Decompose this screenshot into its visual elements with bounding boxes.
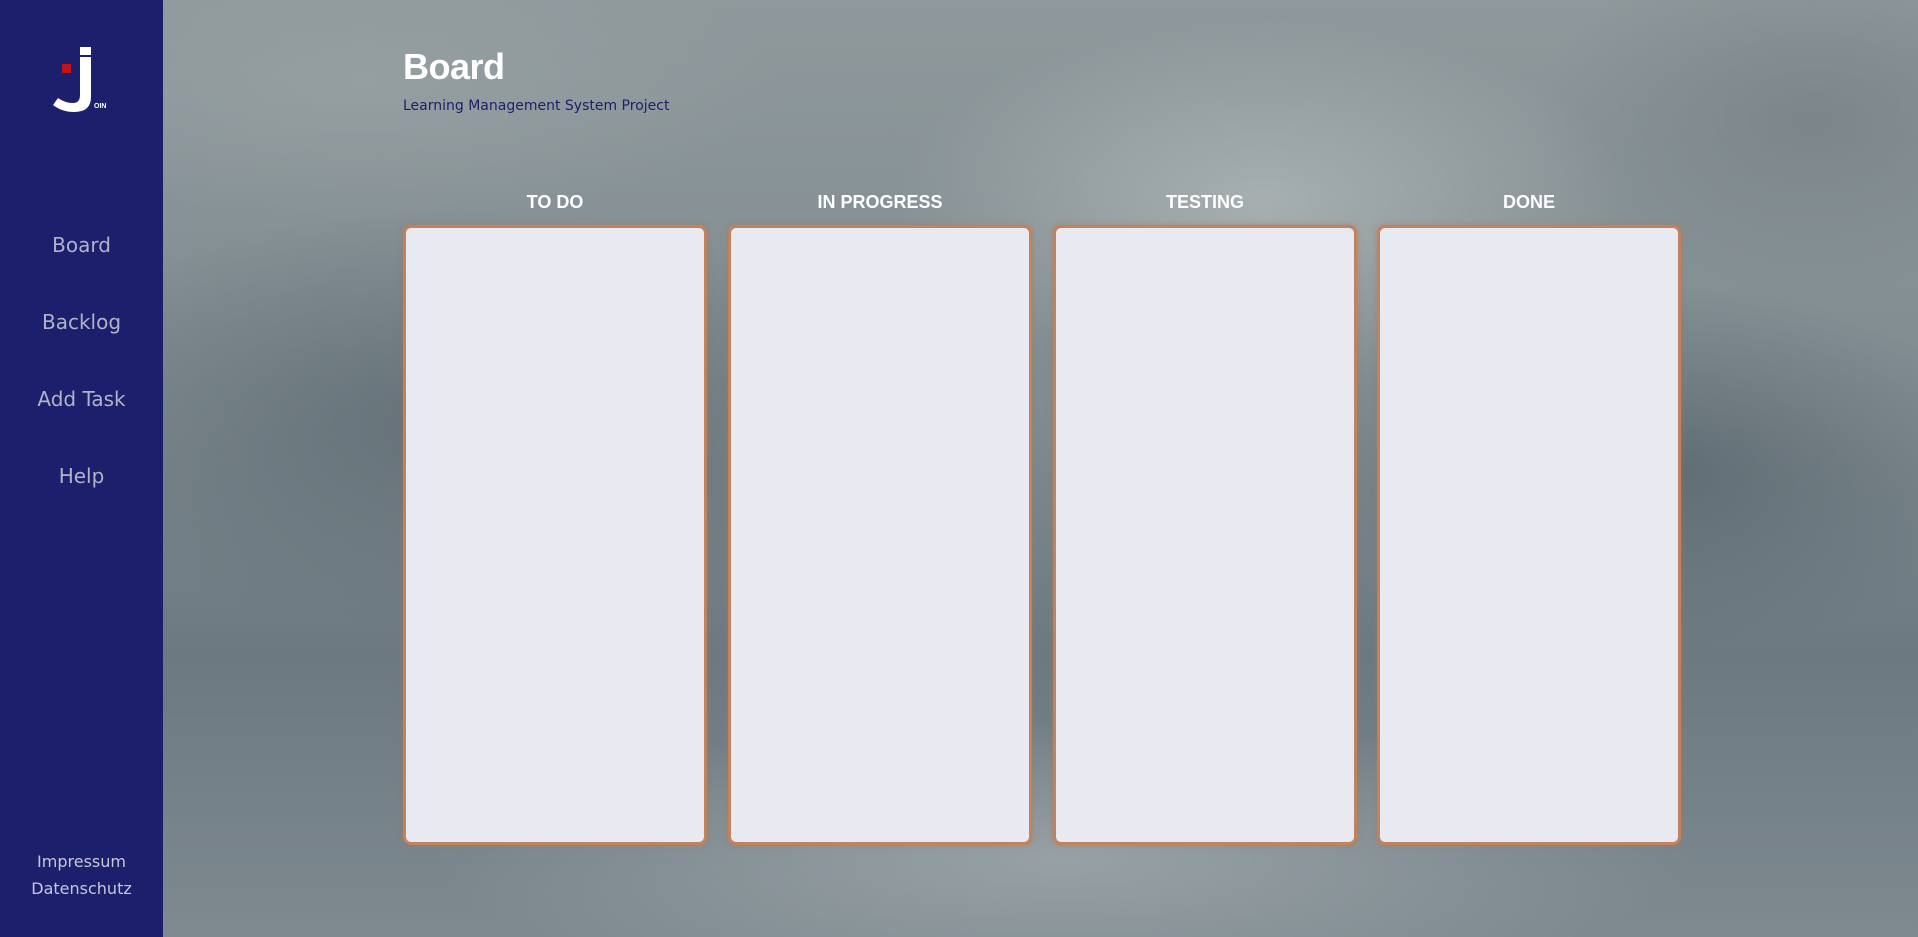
datenschutz-link[interactable]: Datenschutz (0, 879, 163, 898)
column-title-testing: TESTING (1165, 192, 1244, 212)
join-logo[interactable]: OIN (52, 45, 112, 115)
sidebar-item-add-task[interactable]: Add Task (0, 387, 163, 411)
sidebar-item-help[interactable]: Help (0, 464, 163, 488)
column-title-todo: TO DO (526, 192, 584, 212)
page-title: Board (403, 46, 505, 87)
sidebar-item-backlog[interactable]: Backlog (0, 310, 163, 334)
column-title-done: DONE (1502, 192, 1555, 212)
logo-suffix: OIN (94, 103, 106, 110)
column-done[interactable] (1377, 225, 1681, 845)
column-title-in-progress: IN PROGRESS (817, 192, 943, 212)
sidebar: OIN Board Backlog Add Task Help Impressu… (0, 0, 163, 937)
board-main: Board Learning Management System Project… (163, 0, 1918, 937)
column-todo[interactable] (403, 225, 707, 845)
column-testing[interactable] (1053, 225, 1357, 845)
project-subtitle: Learning Management System Project (403, 98, 670, 114)
join-logo-icon: OIN (53, 47, 106, 112)
sidebar-item-board[interactable]: Board (0, 233, 163, 257)
impressum-link[interactable]: Impressum (0, 852, 163, 871)
column-in-progress[interactable] (728, 225, 1032, 845)
